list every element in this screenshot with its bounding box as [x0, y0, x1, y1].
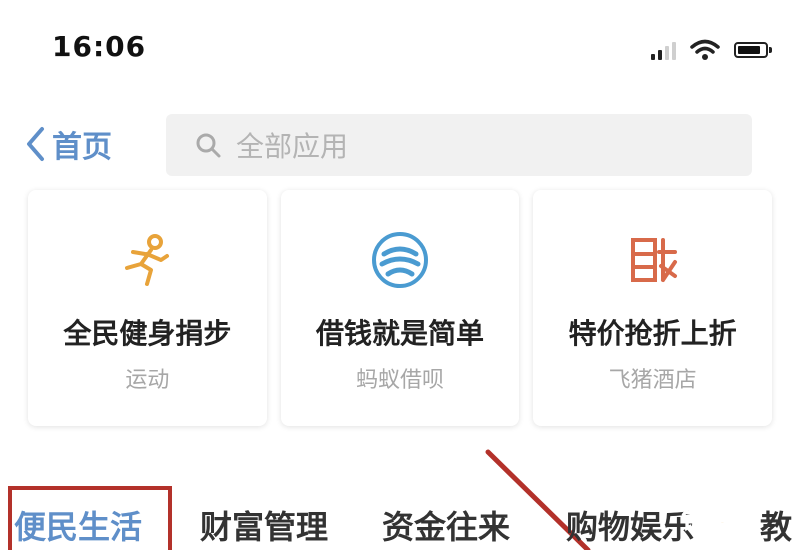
status-icons — [651, 38, 772, 62]
wifi-icon — [690, 39, 720, 60]
recommended-apps: 全民健身捐步 运动 借钱就是简单 蚂蚁借呗 特价抢折上折 飞猪酒店 — [28, 190, 773, 430]
tab-education[interactable]: 教 — [760, 502, 792, 548]
tab-fund-transfer[interactable]: 资金往来 — [382, 502, 510, 548]
card-subtitle: 运动 — [125, 368, 170, 393]
search-placeholder: 全部应用 — [236, 130, 349, 163]
back-button[interactable]: 首页 — [24, 122, 112, 166]
card-title: 全民健身捐步 — [63, 317, 232, 350]
card-title: 特价抢折上折 — [568, 317, 737, 350]
app-card-jiebei[interactable]: 借钱就是简单 蚂蚁借呗 — [280, 190, 520, 426]
watermark-text: 锐客网 — [682, 508, 748, 534]
back-label: 首页 — [52, 130, 112, 165]
app-card-fitness-steps[interactable]: 全民健身捐步 运动 — [28, 190, 267, 426]
watermark-logo: 锐客网 — [681, 508, 748, 535]
nav-bar: 首页 全部应用 — [0, 110, 800, 180]
card-title: 借钱就是简单 — [316, 317, 485, 350]
search-icon — [196, 133, 221, 158]
status-bar: 16:06 — [0, 0, 800, 90]
battery-icon — [734, 42, 772, 58]
running-person-icon — [125, 234, 170, 286]
card-subtitle: 飞猪酒店 — [608, 368, 697, 393]
tab-convenience-life[interactable]: 便民生活 — [14, 502, 142, 548]
card-subtitle: 蚂蚁借呗 — [356, 368, 445, 393]
app-card-fliggy-hotel[interactable]: 特价抢折上折 飞猪酒店 — [533, 190, 773, 426]
status-time: 16:06 — [52, 30, 147, 63]
tab-wealth-management[interactable]: 财富管理 — [200, 502, 328, 548]
tab-shopping-entertainment[interactable]: 购物娱乐 — [566, 502, 694, 548]
cellular-signal-icon — [651, 40, 676, 60]
hotel-icon — [630, 238, 677, 282]
jiebei-icon — [372, 232, 428, 288]
search-input[interactable]: 全部应用 — [166, 114, 752, 176]
chevron-left-icon — [27, 127, 44, 161]
